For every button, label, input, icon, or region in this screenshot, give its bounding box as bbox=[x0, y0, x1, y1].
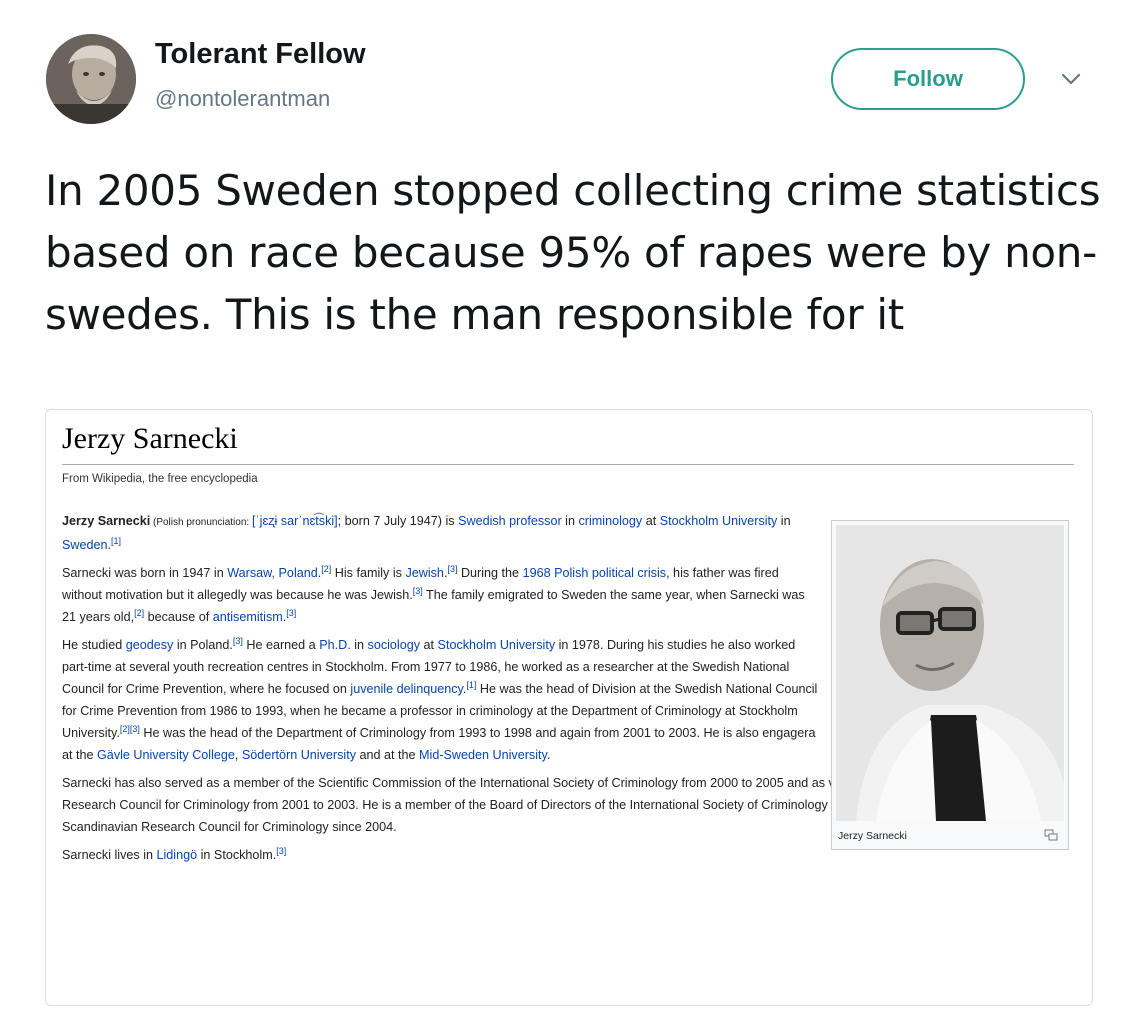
text-span: at bbox=[642, 514, 660, 528]
link-sodertorn-university[interactable]: Södertörn University bbox=[242, 748, 356, 762]
text-span: ; born 7 July 1947) is bbox=[337, 514, 459, 528]
ipa-link[interactable]: [ˈjɛʐɨ sarˈnɛt͡ski] bbox=[252, 514, 338, 528]
reference-link[interactable]: [3] bbox=[233, 636, 243, 646]
reference-link[interactable]: [1] bbox=[466, 680, 476, 690]
link-phd[interactable]: Ph.D. bbox=[319, 638, 351, 652]
reference-link[interactable]: [1] bbox=[111, 536, 121, 546]
avatar[interactable] bbox=[46, 34, 136, 124]
reference-link[interactable]: [3] bbox=[413, 586, 423, 596]
paragraph-early-life: Sarnecki was born in 1947 in Warsaw, Pol… bbox=[62, 562, 818, 628]
link-stockholm-university[interactable]: Stockholm University bbox=[660, 514, 778, 528]
link-1968-crisis[interactable]: 1968 Polish political crisis bbox=[523, 566, 667, 580]
link-criminology[interactable]: criminology bbox=[579, 514, 643, 528]
pronunciation-label: (Polish pronunciation: bbox=[150, 517, 252, 528]
link-antisemitism[interactable]: antisemitism bbox=[213, 610, 283, 624]
chevron-down-icon[interactable] bbox=[1058, 68, 1084, 90]
paragraph-career: He studied geodesy in Poland.[3] He earn… bbox=[62, 634, 818, 766]
user-handle[interactable]: @nontolerantman bbox=[155, 86, 330, 112]
text-span: Sarnecki lives in bbox=[62, 848, 157, 862]
article-subtitle: From Wikipedia, the free encyclopedia bbox=[62, 473, 258, 485]
text-span: He studied bbox=[62, 638, 126, 652]
text-span: , bbox=[234, 748, 242, 762]
tweet-header: Tolerant Fellow @nontolerantman Follow bbox=[0, 0, 1129, 140]
enlarge-icon[interactable] bbox=[1044, 829, 1058, 841]
portrait-photo[interactable] bbox=[836, 525, 1064, 821]
text-span: He earned a bbox=[242, 638, 320, 652]
text-span: . bbox=[546, 748, 551, 762]
reference-link[interactable]: [3] bbox=[286, 608, 296, 618]
text-span: His family is bbox=[331, 566, 406, 580]
link-sociology[interactable]: sociology bbox=[368, 638, 421, 652]
text-span: in Stockholm. bbox=[197, 848, 277, 862]
text-span: at bbox=[420, 638, 438, 652]
photo-caption: Jerzy Sarnecki bbox=[838, 830, 907, 842]
link-lidingo[interactable]: Lidingö bbox=[157, 848, 198, 862]
text-span: in bbox=[561, 514, 579, 528]
paragraph-intro: Jerzy Sarnecki (Polish pronunciation: [ˈ… bbox=[62, 510, 818, 556]
reference-link[interactable]: [3] bbox=[276, 846, 286, 856]
link-warsaw[interactable]: Warsaw, Poland bbox=[227, 566, 318, 580]
reference-link[interactable]: [3] bbox=[447, 564, 457, 574]
link-gavle-university[interactable]: Gävle University College bbox=[97, 748, 235, 762]
text-span: in bbox=[350, 638, 368, 652]
link-swedish-professor[interactable]: Swedish professor bbox=[458, 514, 562, 528]
subject-name: Jerzy Sarnecki bbox=[62, 514, 151, 528]
title-divider bbox=[62, 464, 1074, 465]
reference-link[interactable]: [2] bbox=[321, 564, 331, 574]
text-span: because of bbox=[144, 610, 213, 624]
link-jewish[interactable]: Jewish bbox=[405, 566, 444, 580]
reference-link[interactable]: [2] bbox=[134, 608, 144, 618]
wikipedia-screenshot[interactable]: Jerzy Sarnecki From Wikipedia, the free … bbox=[45, 409, 1093, 1006]
text-span: Sarnecki was born in 1947 in bbox=[62, 566, 228, 580]
display-name[interactable]: Tolerant Fellow bbox=[155, 38, 366, 71]
reference-link[interactable]: [2][3] bbox=[120, 724, 140, 734]
link-sweden[interactable]: Sweden bbox=[62, 538, 108, 552]
tweet-text: In 2005 Sweden stopped collecting crime … bbox=[45, 166, 1101, 339]
link-stockholm-university[interactable]: Stockholm University bbox=[438, 638, 556, 652]
text-span: in bbox=[777, 514, 791, 528]
text-span: in Poland. bbox=[173, 638, 233, 652]
link-mid-sweden-university[interactable]: Mid-Sweden University bbox=[419, 748, 547, 762]
text-span: and at the bbox=[356, 748, 420, 762]
link-juvenile-delinquency[interactable]: juvenile delinquency bbox=[350, 682, 463, 696]
infobox: Jerzy Sarnecki bbox=[831, 520, 1069, 850]
follow-button[interactable]: Follow bbox=[831, 48, 1025, 110]
link-geodesy[interactable]: geodesy bbox=[126, 638, 174, 652]
article-title: Jerzy Sarnecki bbox=[62, 422, 238, 455]
text-span: During the bbox=[457, 566, 523, 580]
